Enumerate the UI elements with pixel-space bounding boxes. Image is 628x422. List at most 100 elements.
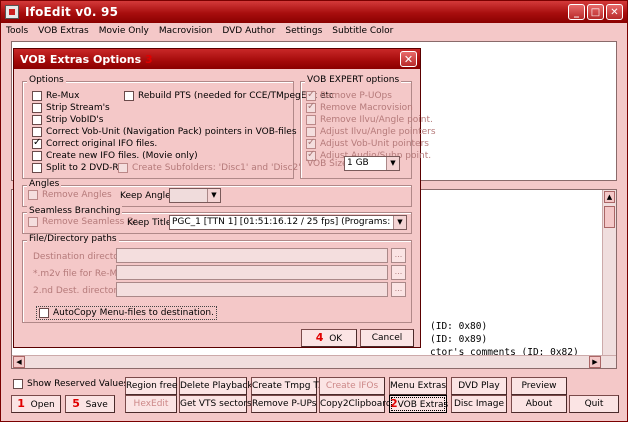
chevron-down-icon[interactable]: ▼	[207, 189, 220, 202]
copy-to-clipboard-button[interactable]: Copy2Clipboard	[319, 395, 392, 413]
create-new-ifo-option[interactable]: Create new IFO files. (Movie only)	[32, 151, 198, 161]
preview-button[interactable]: Preview	[511, 377, 567, 395]
remove-ilvu-option[interactable]: Remove Ilvu/Angle point.	[306, 115, 433, 125]
vob-size-value: 1 GB	[347, 158, 369, 168]
remove-angles-checkbox[interactable]	[28, 190, 38, 200]
remux-checkbox[interactable]	[32, 91, 42, 101]
save-button[interactable]: 5 Save	[65, 395, 115, 413]
strip-vobids-checkbox[interactable]	[32, 115, 42, 125]
create-new-ifo-checkbox[interactable]	[32, 151, 42, 161]
remove-angles-option[interactable]: Remove Angles	[28, 190, 112, 200]
remove-macrovision-checkbox[interactable]	[306, 101, 316, 113]
delete-playback-button[interactable]: Delete Playback	[179, 377, 253, 395]
correct-ifo-label: Correct original IFO files.	[46, 139, 158, 149]
remove-seamless-option[interactable]: Remove Seamless Br.	[28, 217, 139, 227]
scroll-right-icon[interactable]: ▶	[589, 356, 601, 368]
create-subfolders-checkbox[interactable]	[118, 163, 128, 173]
create-tmpg-button[interactable]: Create Tmpg T.	[251, 377, 321, 395]
maximize-button[interactable]: □	[587, 4, 604, 20]
remove-puops-checkbox[interactable]	[306, 89, 316, 101]
ok-button[interactable]: 4 OK	[301, 329, 357, 347]
scroll-thumb[interactable]	[604, 206, 615, 228]
hexedit-button[interactable]: HexEdit	[125, 395, 177, 413]
strip-streams-label: Strip Stream's	[46, 103, 110, 113]
split-2dvdr-checkbox[interactable]	[32, 163, 42, 173]
remove-puops-option[interactable]: Remove P-UOps	[306, 89, 392, 101]
show-reserved-check[interactable]	[13, 379, 23, 389]
dialog-close-button[interactable]: ✕	[400, 51, 417, 67]
vob-extras-button[interactable]: 2VOB Extras	[389, 395, 448, 413]
close-button[interactable]: ✕	[606, 4, 623, 20]
adjust-vobunit-option[interactable]: Adjust Vob-Unit pointers	[306, 137, 429, 149]
chevron-down-icon[interactable]: ▼	[386, 157, 399, 170]
log-line: (ID: 0x89)	[430, 334, 488, 345]
autocopy-option[interactable]: AutoCopy Menu-files to destination.	[36, 306, 217, 320]
m2v-file-browse-button[interactable]: ...	[391, 265, 406, 280]
vertical-scrollbar[interactable]: ▲	[602, 190, 616, 356]
remux-option[interactable]: Re-Mux	[32, 91, 79, 101]
title-bar[interactable]: IfoEdit v0. 95 _ □ ✕	[1, 1, 627, 23]
scroll-up-icon[interactable]: ▲	[604, 191, 615, 203]
dest-dir-input[interactable]	[116, 248, 388, 263]
dest-dir-browse-button[interactable]: ...	[391, 248, 406, 263]
menu-movie-only[interactable]: Movie Only	[94, 26, 154, 36]
horizontal-scrollbar[interactable]: ◀ ▶	[12, 355, 616, 368]
chevron-down-icon[interactable]: ▼	[393, 216, 406, 229]
region-free-button[interactable]: Region free	[125, 377, 177, 395]
disc-image-button[interactable]: Disc Image	[451, 395, 507, 413]
split-2dvdr-option[interactable]: Split to 2 DVD-Rs	[32, 163, 123, 173]
adjust-ilvu-checkbox[interactable]	[306, 127, 316, 137]
remove-seamless-checkbox[interactable]	[28, 217, 38, 227]
strip-vobids-label: Strip VobID's	[46, 115, 104, 125]
autocopy-checkbox[interactable]	[39, 308, 49, 318]
angles-group-title: Angles	[27, 179, 62, 189]
step-marker: 4	[315, 331, 324, 344]
strip-vobids-option[interactable]: Strip VobID's	[32, 115, 103, 125]
step-marker: 3	[145, 52, 153, 66]
menu-subtitle-color[interactable]: Subtitle Color	[327, 26, 398, 36]
minimize-icon: _	[574, 6, 579, 18]
correct-ifo-checkbox[interactable]	[32, 137, 42, 149]
menu-extras-button[interactable]: Menu Extras	[389, 377, 447, 395]
get-vts-sectors-button[interactable]: Get VTS sectors	[179, 395, 252, 413]
dvd-play-button[interactable]: DVD Play	[451, 377, 507, 395]
menu-macrovision[interactable]: Macrovision	[154, 26, 217, 36]
m2v-file-input[interactable]	[116, 265, 388, 280]
dialog-title-text: VOB Extras Options	[20, 52, 142, 66]
menu-dvd-author[interactable]: DVD Author	[217, 26, 280, 36]
menu-settings[interactable]: Settings	[280, 26, 327, 36]
open-button[interactable]: 1 Open	[11, 395, 61, 413]
scroll-left-icon[interactable]: ◀	[13, 356, 25, 368]
vob-size-select[interactable]: 1 GB ▼	[344, 156, 400, 171]
dest-dir2-input[interactable]	[116, 282, 388, 297]
correct-ifo-option[interactable]: Correct original IFO files.	[32, 137, 158, 149]
rebuild-pts-checkbox[interactable]	[124, 91, 134, 101]
menu-tools[interactable]: Tools	[1, 26, 33, 36]
create-subfolders-option[interactable]: Create Subfolders: 'Disc1' and 'Disc2'	[118, 163, 301, 173]
expert-group-title: VOB EXPERT options	[305, 75, 402, 85]
create-ifos-button[interactable]: Create IFOs	[319, 377, 385, 395]
correct-vobu-option[interactable]: Correct Vob-Unit (Navigation Pack) point…	[32, 127, 297, 137]
remove-pups-button[interactable]: Remove P-UPs	[251, 395, 317, 413]
dest-dir2-browse-button[interactable]: ...	[391, 282, 406, 297]
keep-angle-select[interactable]: ▼	[169, 188, 221, 203]
keep-title-select[interactable]: PGC_1 [TTN 1] [01:51:16.12 / 25 fps] (Pr…	[169, 215, 407, 230]
cancel-button[interactable]: Cancel	[360, 329, 414, 347]
strip-streams-option[interactable]: Strip Stream's	[32, 103, 110, 113]
log-line: (ID: 0x80)	[430, 321, 488, 332]
remove-ilvu-checkbox[interactable]	[306, 115, 316, 125]
adjust-ilvu-option[interactable]: Adjust Ilvu/Angle pointers	[306, 127, 436, 137]
strip-streams-checkbox[interactable]	[32, 103, 42, 113]
menu-vob-extras[interactable]: VOB Extras	[33, 26, 94, 36]
quit-button[interactable]: Quit	[569, 395, 619, 413]
show-reserved-label: Show Reserved Values	[27, 379, 129, 389]
minimize-button[interactable]: _	[568, 4, 585, 20]
adjust-vobunit-checkbox[interactable]	[306, 137, 316, 149]
about-button[interactable]: About	[511, 395, 567, 413]
remove-macrovision-option[interactable]: Remove Macrovision	[306, 101, 413, 113]
dialog-title-bar[interactable]: VOB Extras Options 3 ✕	[14, 49, 420, 69]
adjust-vobunit-label: Adjust Vob-Unit pointers	[320, 139, 429, 149]
main-window: IfoEdit v0. 95 _ □ ✕ Tools VOB Extras Mo…	[0, 0, 628, 422]
show-reserved-checkbox[interactable]: Show Reserved Values	[13, 379, 128, 389]
correct-vobu-checkbox[interactable]	[32, 127, 42, 137]
